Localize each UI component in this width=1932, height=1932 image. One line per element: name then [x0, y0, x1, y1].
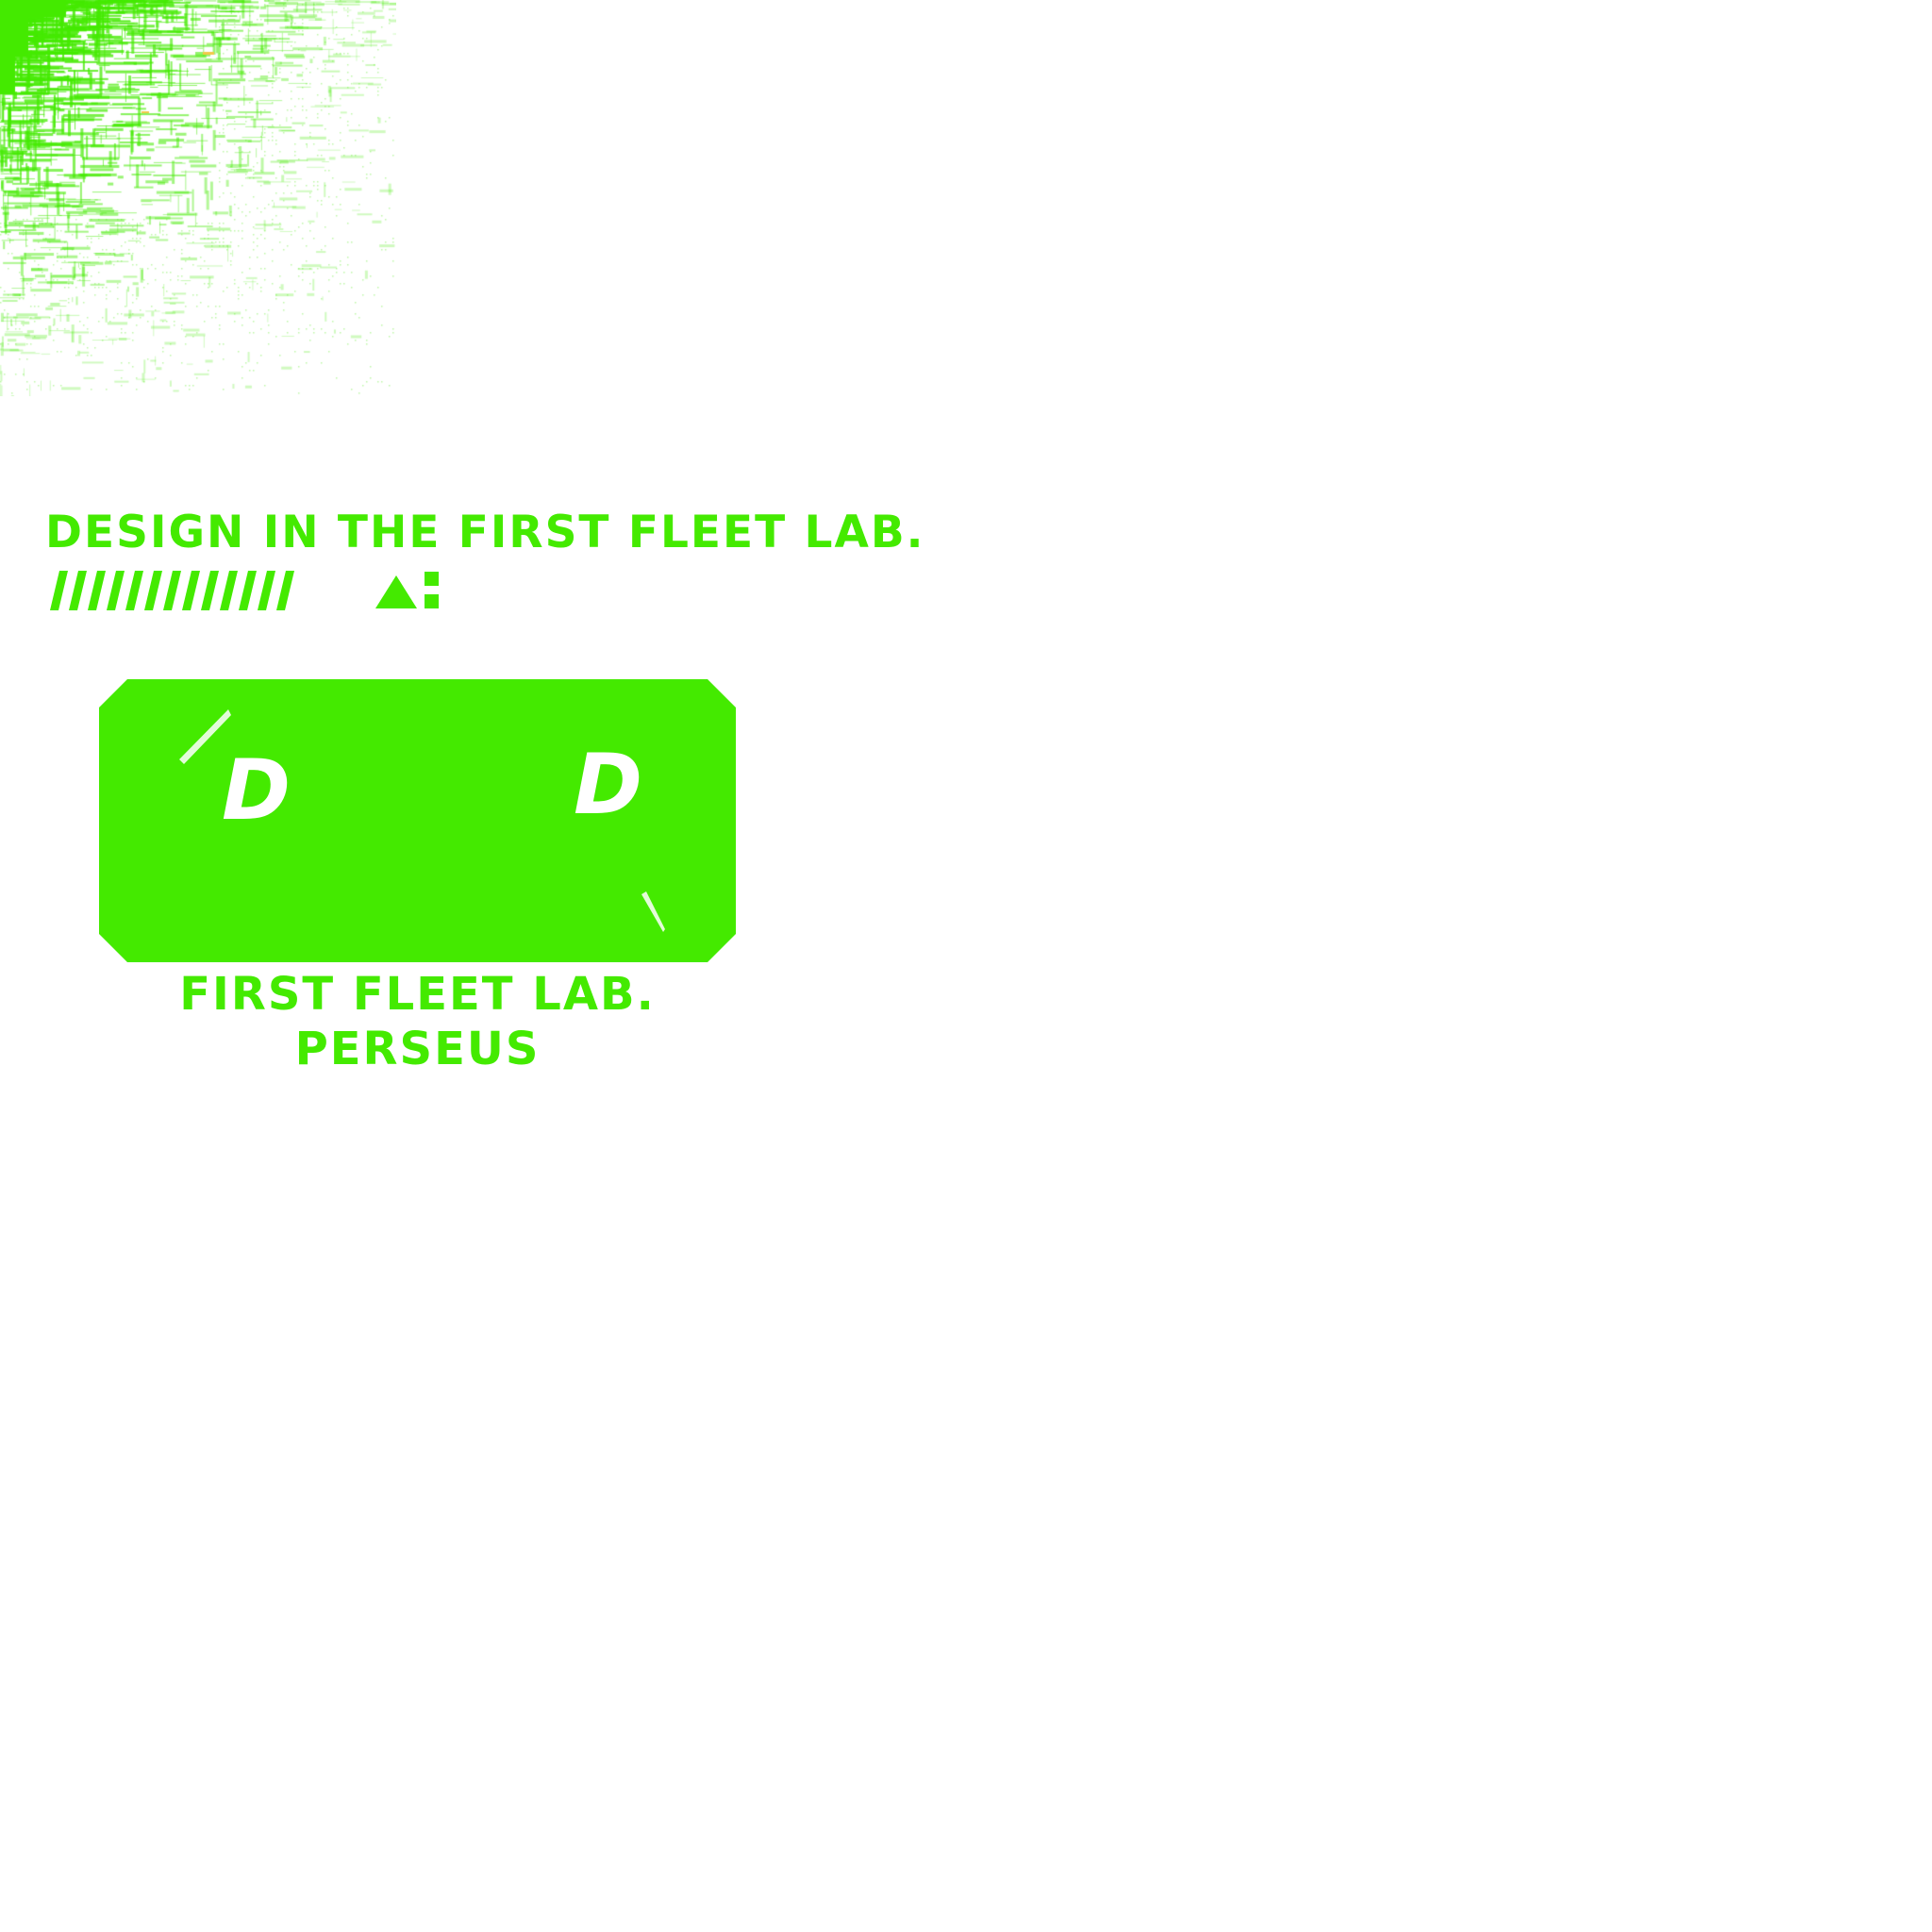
- triangle-icon: [375, 575, 417, 608]
- logo-letter-right: D: [574, 736, 642, 833]
- hazard-stripe: [125, 571, 143, 610]
- hazard-stripe: [239, 571, 257, 610]
- logo-badge: D D: [99, 679, 736, 962]
- hazard-stripe: [201, 571, 219, 610]
- hazard-stripe: [107, 571, 125, 610]
- hazard-stripe: [88, 571, 106, 610]
- hazard-stripe: [182, 571, 200, 610]
- hazard-stripe: [258, 571, 275, 610]
- hazard-stripe: [144, 571, 162, 610]
- footer-project-name: PERSEUS: [294, 1023, 541, 1075]
- stripe-group: [50, 571, 294, 610]
- circuit-pattern-graphic: [0, 0, 396, 396]
- logo-letter-left: D: [222, 741, 291, 839]
- hazard-stripe: [276, 571, 294, 610]
- headline: DESIGN IN THE FIRST FLEET LAB.: [45, 507, 925, 558]
- square-grid-icon: [425, 572, 439, 608]
- footer-lab-name: FIRST FLEET LAB.: [179, 968, 656, 1021]
- hazard-stripe: [163, 571, 181, 610]
- hazard-stripe: [69, 571, 87, 610]
- hazard-stripe-decoration: [50, 571, 439, 610]
- hazard-stripe: [50, 571, 68, 610]
- hazard-stripe: [220, 571, 238, 610]
